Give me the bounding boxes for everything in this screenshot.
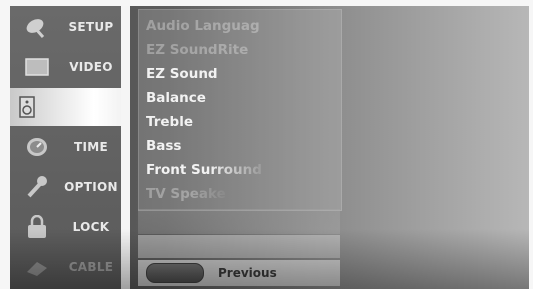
audio-menu-panel: Audio Languag EZ SoundRite EZ Sound Bala… [138, 9, 342, 211]
monitor-icon [24, 55, 50, 79]
menu-item-balance[interactable]: Balance [146, 86, 206, 110]
previous-button[interactable]: Previous [138, 260, 338, 286]
sidebar-item-label [62, 88, 120, 126]
wrench-icon [24, 175, 50, 199]
sidebar-item-label: CABLE [68, 260, 114, 274]
menu-item-ez-sound[interactable]: EZ Sound [146, 62, 218, 86]
menu-item-tv-speaker[interactable]: TV Speake [146, 182, 226, 206]
sidebar-item-time[interactable]: TIME [10, 128, 121, 166]
padlock-icon [24, 215, 50, 239]
sidebar-item-label: VIDEO [69, 60, 113, 74]
menu-status-bar [138, 235, 340, 258]
sidebar-item-setup[interactable]: SETUP [10, 8, 121, 46]
sidebar-item-label: OPTION [64, 180, 118, 194]
menu-item-treble[interactable]: Treble [146, 110, 193, 134]
menu-lower-band [138, 209, 340, 234]
cable-icon [24, 255, 50, 279]
sidebar-item-video[interactable]: VIDEO [10, 48, 121, 86]
menu-item-front-surround[interactable]: Front Surround [146, 158, 262, 182]
speaker-icon [14, 95, 40, 119]
remote-button-icon [146, 263, 204, 283]
previous-label: Previous [218, 266, 277, 280]
sidebar-menu: SETUP VIDEO TIME OPTION LOCK CABLE [10, 6, 130, 289]
menu-item-bass[interactable]: Bass [146, 134, 181, 158]
satellite-dish-icon [24, 15, 50, 39]
sidebar-item-label: SETUP [68, 20, 114, 34]
sidebar-item-label: LOCK [72, 220, 110, 234]
menu-item-audio-language[interactable]: Audio Languag [146, 14, 260, 38]
clock-icon [24, 135, 50, 159]
sidebar-item-option[interactable]: OPTION [10, 168, 121, 206]
sidebar-item-audio[interactable] [10, 88, 130, 126]
sidebar-item-cable[interactable]: CABLE [10, 248, 121, 286]
menu-footer: Previous [138, 260, 340, 286]
sidebar-item-lock[interactable]: LOCK [10, 208, 121, 246]
sidebar-item-label: TIME [74, 140, 108, 154]
tv-screen: SETUP VIDEO TIME OPTION LOCK CABLE Audio… [10, 6, 529, 289]
menu-item-ez-soundrite[interactable]: EZ SoundRite [146, 38, 248, 62]
sidebar-divider [121, 6, 130, 289]
